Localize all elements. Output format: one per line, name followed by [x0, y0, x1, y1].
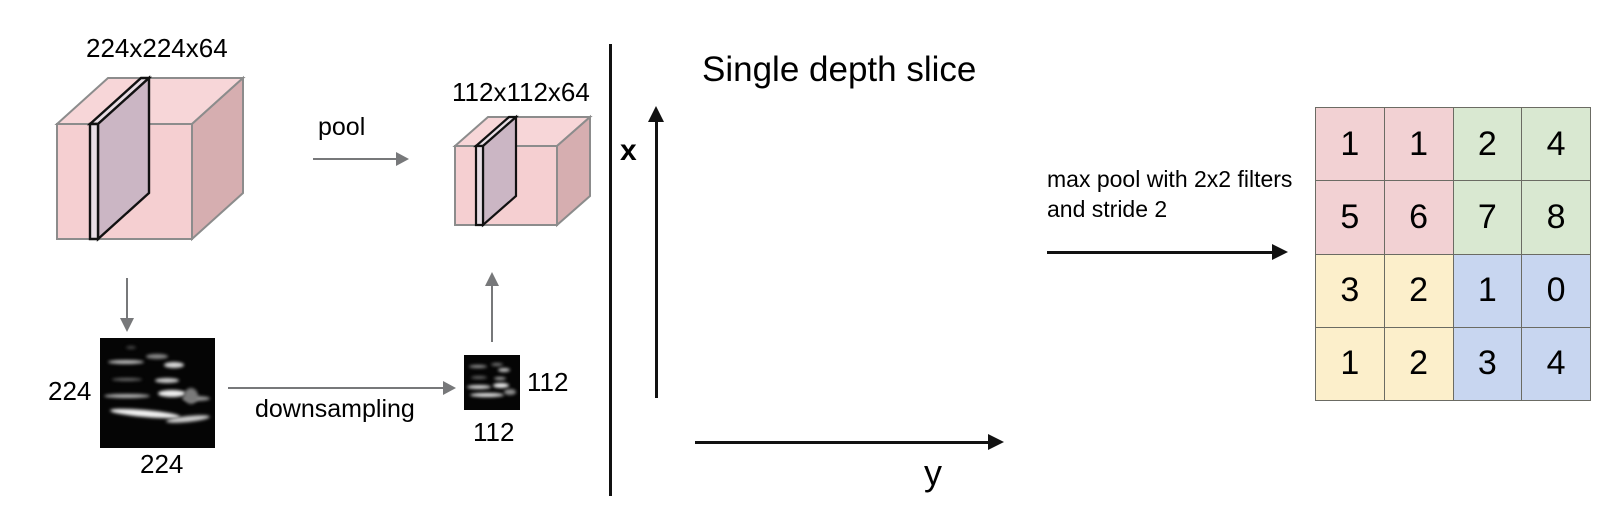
downsampling-label: downsampling [255, 395, 415, 423]
downsampling-arrow-head [443, 381, 456, 395]
y-axis-shaft [695, 441, 991, 444]
maxpool-description-line2: and stride 2 [1047, 196, 1168, 222]
input-matrix-cell-2-3: 0 [1522, 254, 1591, 328]
maxpool-description-line1: max pool with 2x2 filters [1047, 166, 1293, 192]
input-matrix-cell-1-1: 6 [1384, 181, 1454, 255]
up-arrow-line [491, 286, 493, 342]
input-volume-label: 224x224x64 [86, 33, 228, 63]
input-map-width-label: 224 [140, 449, 184, 479]
input-map-height-label: 224 [48, 376, 92, 406]
output-map-height-label: 112 [527, 367, 569, 397]
down-arrow-head [120, 318, 134, 332]
input-matrix-cell-0-2: 2 [1453, 108, 1523, 182]
output-volume-cube [452, 114, 593, 228]
output-volume-label: 112x112x64 [452, 77, 590, 107]
down-arrow-line [126, 278, 128, 320]
output-feature-map [464, 355, 520, 410]
downsampling-arrow-line [228, 387, 446, 389]
maxpool-arrow-head [1272, 244, 1288, 260]
pool-arrow-line [313, 158, 399, 160]
volume-pooling-panel: 224x224x64 pool 112x112x64 224 224 downs… [0, 0, 610, 506]
y-axis-arrow-head [988, 434, 1004, 450]
input-matrix-cell-1-2: 7 [1453, 181, 1523, 255]
x-axis-shaft [655, 120, 658, 398]
input-matrix-cell-0-0: 1 [1316, 108, 1385, 182]
input-matrix-cell-3-2: 3 [1453, 327, 1523, 401]
input-volume-cube [54, 75, 246, 242]
input-matrix-grid: 1124567832101234 [1315, 107, 1591, 401]
maxpool-arrow-line [1047, 251, 1275, 254]
pool-label: pool [318, 113, 366, 141]
input-matrix-cell-2-2: 1 [1453, 254, 1523, 328]
input-matrix-cell-3-3: 4 [1522, 327, 1591, 401]
up-arrow-head [485, 272, 499, 286]
input-matrix-cell-2-1: 2 [1384, 254, 1454, 328]
input-matrix-cell-1-3: 8 [1522, 181, 1591, 255]
x-axis-label: x [620, 134, 637, 167]
output-map-width-label: 112 [473, 417, 515, 447]
input-matrix-cell-3-1: 2 [1384, 327, 1454, 401]
input-matrix-cell-0-3: 4 [1522, 108, 1591, 182]
page-title: Single depth slice [702, 50, 977, 89]
input-matrix-cell-1-0: 5 [1316, 181, 1385, 255]
input-feature-map [100, 338, 215, 448]
x-axis-arrow-head [648, 106, 664, 122]
max-pool-panel: Single depth slice x y 1124567832101234 … [610, 0, 1602, 506]
input-matrix-cell-2-0: 3 [1316, 254, 1385, 328]
input-matrix-cell-0-1: 1 [1384, 108, 1454, 182]
input-matrix-cell-3-0: 1 [1316, 327, 1385, 401]
pool-arrow-head [396, 152, 409, 166]
y-axis-label: y [924, 452, 942, 493]
